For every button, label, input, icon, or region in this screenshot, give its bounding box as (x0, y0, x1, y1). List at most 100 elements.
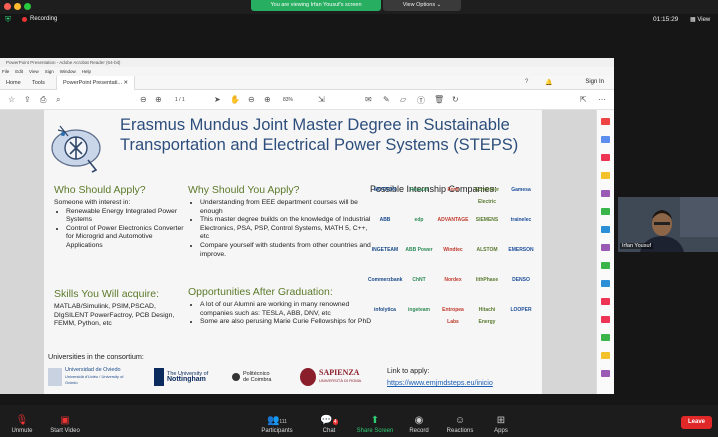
link-label: Link to apply: (387, 366, 430, 375)
company-logo: ABB (379, 217, 391, 223)
menu-help[interactable]: Help (82, 67, 91, 76)
prepare-form-icon[interactable] (601, 316, 610, 323)
search-icon[interactable]: ⌕ (56, 95, 60, 105)
reactions-button[interactable]: ☺ Reactions (438, 415, 482, 434)
share-screen-button[interactable]: ⬆ Share Screen (352, 415, 398, 434)
university-nottingham-sub: Nottingham (167, 376, 206, 383)
university-oviedo-sub: Universidá d'Uviéu / University of Ovied… (64, 373, 124, 386)
company-logo: ABB Power (405, 247, 433, 253)
unmute-button[interactable]: 🎙 Unmute (0, 415, 44, 434)
company-logo: infolytica (374, 307, 396, 313)
more-icon[interactable]: ⋯ (598, 95, 606, 104)
sign-in-button[interactable]: Sign In (585, 79, 604, 85)
select-cursor-icon[interactable]: ➤ (214, 95, 221, 104)
why-section: Understanding from EEE department course… (188, 199, 372, 259)
skills-text: MATLAB/Simulink, PSIM,PSCAD, DIgSILENT P… (54, 303, 175, 328)
record-icon: ◉ (414, 415, 424, 426)
university-sapienza-name: SAPIENZA (319, 368, 360, 377)
view-options-button[interactable]: View Options ⌄ (383, 0, 461, 11)
record-button[interactable]: ◉ Record (397, 415, 441, 434)
bell-icon[interactable]: 🔔 (545, 79, 552, 86)
organize-icon[interactable] (601, 208, 610, 215)
shield-icon[interactable]: ⛨ (5, 15, 11, 25)
zoom-out-icon[interactable]: ⊖ (248, 95, 255, 104)
participants-count: 111 (279, 419, 288, 425)
sapienza-seal-icon (300, 368, 316, 386)
fit-page-icon[interactable]: ⇲ (318, 95, 325, 104)
start-video-button[interactable]: ▣ Start Video (40, 415, 90, 434)
page-current[interactable]: 1 (175, 97, 178, 103)
help-icon[interactable]: ? (525, 79, 528, 85)
star-icon[interactable]: ☆ (8, 95, 15, 104)
university-coimbra-name: Politécnico (243, 370, 270, 377)
menu-window[interactable]: Window (60, 67, 76, 76)
right-tools-panel (596, 110, 614, 394)
participants-icon: 👥111 (266, 415, 288, 426)
measure-icon[interactable] (601, 334, 610, 341)
chat-button[interactable]: 💬4 Chat (307, 415, 351, 434)
who-heading: Who Should Apply? (54, 184, 146, 196)
menu-file[interactable]: File (2, 67, 9, 76)
pen-icon[interactable]: ✎ (383, 95, 390, 104)
company-logo: Gamesa (511, 187, 531, 193)
close-window-button[interactable] (4, 3, 11, 10)
redact-icon[interactable] (601, 298, 610, 305)
print-icon[interactable]: ⎙ (40, 95, 46, 105)
combine-icon[interactable] (601, 190, 610, 197)
participants-label: Participants (261, 428, 293, 434)
fill-sign-icon[interactable] (601, 244, 610, 251)
protect-icon[interactable] (601, 262, 610, 269)
tab-tools[interactable]: Tools (26, 76, 51, 90)
company-logo: INGETEAM (371, 247, 399, 253)
why-heading: Why Should You Apply? (188, 184, 300, 196)
tab-document[interactable]: PowerPoint Presentati... ✕ (56, 76, 136, 90)
university-oviedo: Universidad de Oviedo Universidá d'Uviéu … (48, 366, 128, 388)
compress-icon[interactable] (601, 226, 610, 233)
menu-view[interactable]: View (29, 67, 39, 76)
edit-pdf-icon[interactable] (601, 136, 610, 143)
reactions-icon: ☺ (454, 415, 466, 426)
zoom-level-dropdown[interactable]: 83% (283, 97, 293, 103)
chat-badge: 4 (332, 419, 338, 425)
nottingham-crest-icon (154, 368, 164, 386)
upload-icon[interactable]: ⇪ (24, 95, 31, 104)
menu-sign[interactable]: Sign (45, 67, 54, 76)
page-indicator[interactable]: 1 / 1 (175, 97, 185, 103)
participants-button[interactable]: 👥111 Participants (255, 415, 299, 434)
video-off-icon: ▣ (60, 415, 70, 426)
export-pdf-icon[interactable] (601, 118, 610, 125)
zoom-in-icon[interactable]: ⊕ (264, 95, 271, 104)
create-pdf-icon[interactable] (601, 154, 610, 161)
skills-heading: Skills You Will acquire: (54, 288, 160, 300)
apps-label: Apps (494, 428, 508, 434)
text-icon[interactable]: Ⓣ (417, 95, 425, 106)
apps-button[interactable]: ⊞ Apps (479, 415, 523, 434)
company-logo: edp (414, 217, 424, 223)
why-item: Compare yourself with students from othe… (200, 242, 372, 259)
scan-icon[interactable] (601, 280, 610, 287)
hand-tool-icon[interactable]: ✋ (230, 95, 240, 104)
highlight-icon[interactable]: ▱ (400, 95, 406, 104)
more-tools-icon[interactable] (601, 370, 610, 377)
university-coimbra: Politécnico de Coimbra (232, 366, 294, 388)
tab-home[interactable]: Home (0, 76, 27, 90)
delete-icon[interactable]: 🗑 (434, 95, 444, 104)
acrobat-tab-bar: Home Tools PowerPoint Presentati... ✕ ? … (0, 76, 614, 90)
view-button[interactable]: ▦ View (690, 16, 710, 23)
apply-link[interactable]: https://www.emjmdsteps.eu/inicio (387, 378, 493, 387)
comment-tool-icon[interactable] (601, 172, 610, 179)
next-page-icon[interactable]: ⊕ (155, 95, 162, 104)
unmute-label: Unmute (11, 428, 33, 434)
menu-edit[interactable]: Edit (15, 67, 23, 76)
comment-icon[interactable]: ✉ (365, 95, 372, 104)
prev-page-icon[interactable]: ⊖ (140, 95, 147, 104)
leave-button[interactable]: Leave (681, 416, 712, 429)
minimize-window-button[interactable] (14, 3, 21, 10)
recording-indicator[interactable]: Recording (22, 16, 57, 22)
share-icon[interactable]: ⇱ (580, 95, 587, 104)
rotate-icon[interactable]: ↻ (452, 95, 459, 104)
stamp-icon[interactable] (601, 352, 610, 359)
close-tab-icon[interactable]: ✕ (124, 80, 129, 86)
maximize-window-button[interactable] (24, 3, 31, 10)
university-logos: Universidad de Oviedo Universidá d'Uviéu … (48, 364, 384, 390)
